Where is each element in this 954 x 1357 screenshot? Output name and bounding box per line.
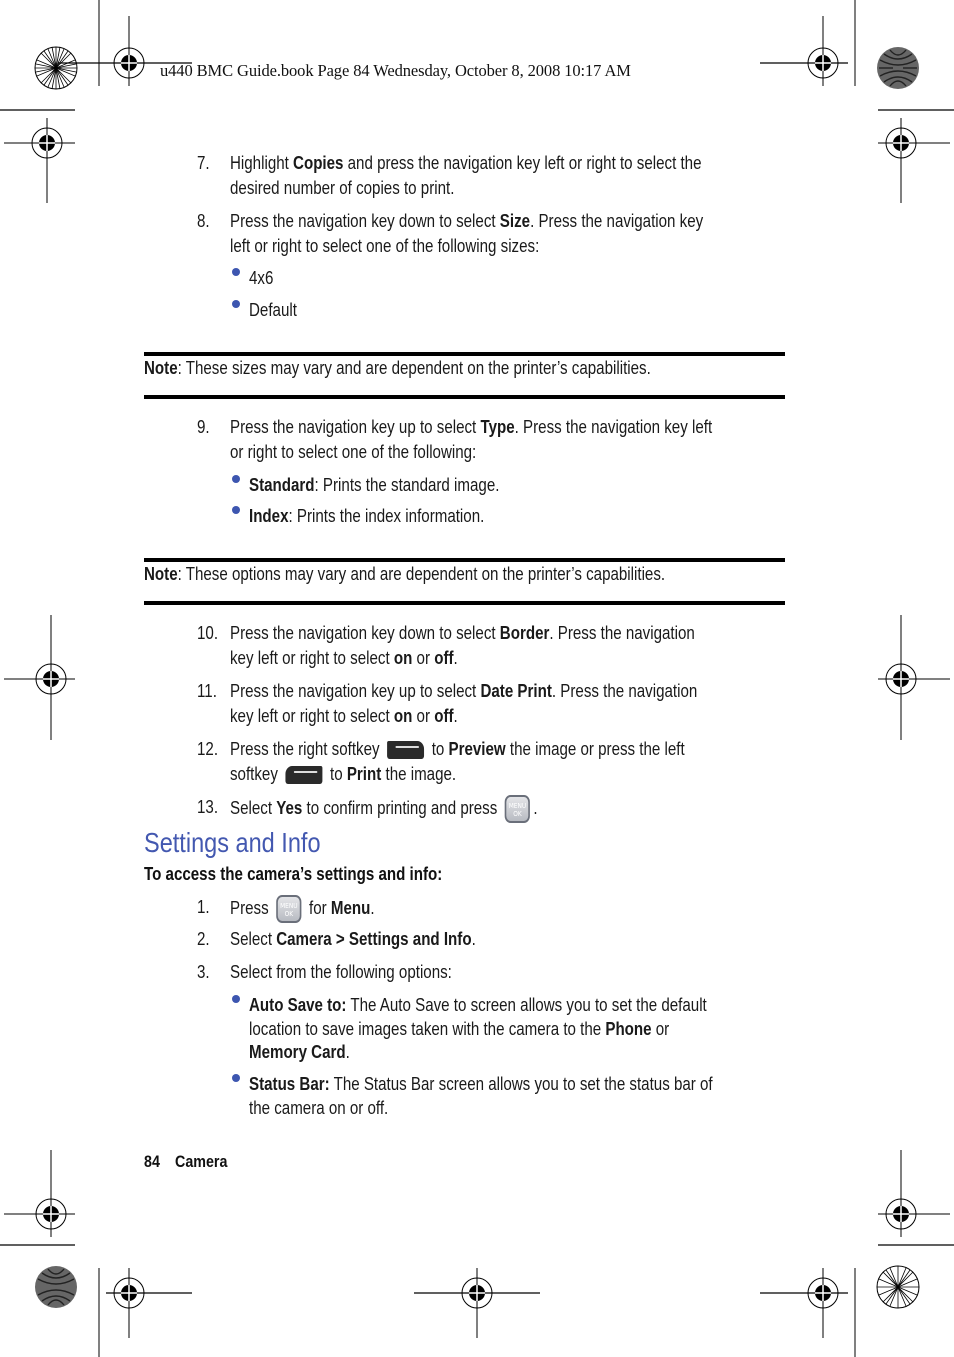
- note-rule-bottom: [144, 601, 785, 605]
- option-auto-save-cont: Memory Card.: [249, 1042, 350, 1062]
- section-heading: Settings and Info: [144, 827, 321, 858]
- option-status-bar: Status Bar: The Status Bar screen allows…: [249, 1074, 713, 1094]
- step-number: 3.: [197, 962, 210, 982]
- note-sizes: Note: These sizes may vary and are depen…: [144, 358, 651, 378]
- bullet-icon: [232, 506, 240, 514]
- step-text-cont: or right to select one of the following:: [230, 442, 477, 462]
- moire-pattern-icon: [877, 47, 919, 89]
- page-footer: 84 Camera: [144, 1152, 227, 1172]
- list-item: Index: Prints the index information.: [249, 506, 485, 526]
- step-number: 11.: [197, 681, 217, 701]
- bullet-icon: [232, 1074, 240, 1082]
- step-text: Press the navigation key up to select Ty…: [230, 417, 713, 437]
- step-text: Select Yes to confirm printing and press…: [230, 795, 538, 823]
- bullet-icon: [232, 475, 240, 483]
- step-number: 9.: [197, 417, 210, 437]
- right-softkey-icon: [387, 741, 425, 760]
- footer-section: Camera: [175, 1152, 228, 1171]
- bullet-icon: [232, 268, 240, 276]
- step-number: 1.: [197, 897, 210, 917]
- step-text: Press the navigation key down to select …: [230, 211, 704, 231]
- step-text-cont: key left or right to select on or off.: [230, 706, 458, 726]
- step-number: 8.: [197, 211, 210, 231]
- step-text: Highlight Copies and press the navigatio…: [230, 153, 702, 173]
- bullet-icon: [232, 300, 240, 308]
- menu-ok-key-icon: MENU OK: [276, 895, 302, 923]
- section-intro: To access the camera’s settings and info…: [144, 864, 443, 884]
- option-auto-save: Auto Save to: The Auto Save to screen al…: [249, 995, 707, 1015]
- starburst-icon: [34, 46, 78, 90]
- step-text: Press the navigation key down to select …: [230, 623, 695, 643]
- page-number: 84: [144, 1152, 160, 1171]
- step-text-cont: left or right to select one of the follo…: [230, 236, 540, 256]
- bullet-icon: [232, 995, 240, 1003]
- step-number: 2.: [197, 929, 210, 949]
- step-number: 13.: [197, 797, 219, 817]
- step-text-cont: desired number of copies to print.: [230, 178, 455, 198]
- left-softkey-icon: [285, 766, 323, 785]
- step-text: Select Camera > Settings and Info.: [230, 929, 476, 949]
- note-options: Note: These options may vary and are dep…: [144, 564, 666, 584]
- menu-ok-key-icon: MENU OK: [504, 795, 531, 823]
- step-number: 10.: [197, 623, 219, 643]
- step-text-cont: key left or right to select on or off.: [230, 648, 458, 668]
- list-item: 4x6: [249, 268, 274, 288]
- note-rule-bottom: [144, 395, 785, 399]
- step-text: Press the navigation key up to select Da…: [230, 681, 698, 701]
- step-text: Press the right softkey to Preview the i…: [230, 739, 685, 760]
- step-number: 7.: [197, 153, 210, 173]
- option-auto-save-cont: location to save images taken with the c…: [249, 1019, 670, 1039]
- step-text-cont: softkey to Print the image.: [230, 764, 457, 785]
- step-text: Select from the following options:: [230, 962, 452, 982]
- option-status-bar-cont: the camera on or off.: [249, 1098, 389, 1118]
- step-number: 12.: [197, 739, 219, 759]
- list-item: Default: [249, 300, 297, 320]
- list-item: Standard: Prints the standard image.: [249, 475, 500, 495]
- step-text: Press MENU OK for Menu.: [230, 895, 375, 923]
